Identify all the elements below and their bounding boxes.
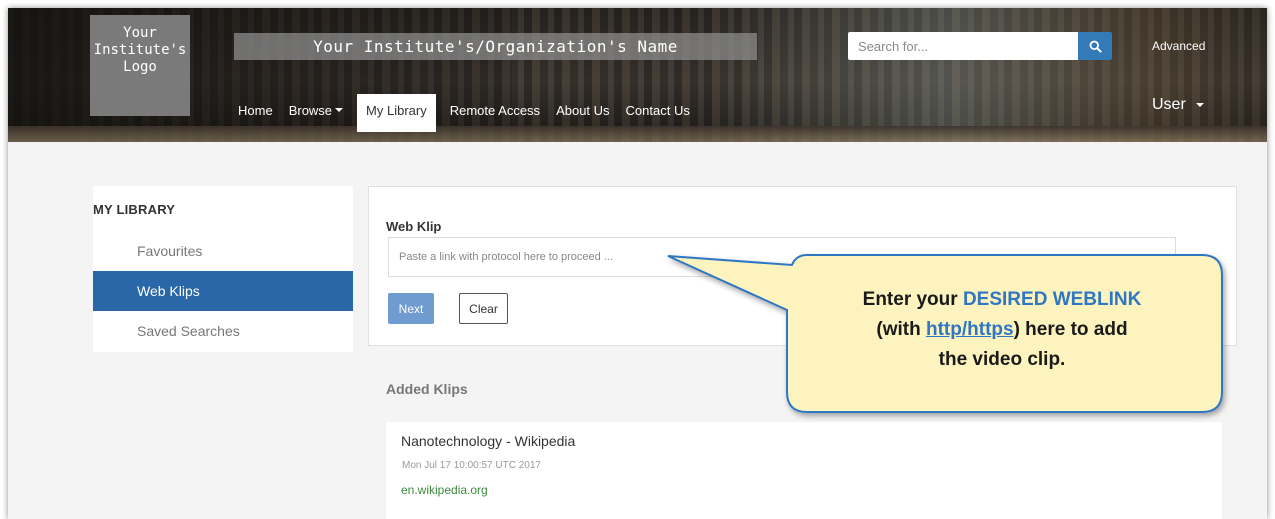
- klip-date: Mon Jul 17 10:00:57 UTC 2017: [402, 460, 541, 471]
- nav-browse-label: Browse: [288, 102, 333, 118]
- institute-logo[interactable]: Your Institute's Logo: [90, 15, 190, 116]
- callout-part3: ) here to add: [1013, 319, 1128, 340]
- logo-line-1: Your: [123, 25, 157, 41]
- callout-line-2: (with http/https) here to add: [876, 315, 1127, 345]
- callout-highlight: DESIRED WEBLINK: [962, 289, 1142, 310]
- next-button[interactable]: Next: [388, 293, 434, 324]
- logo-line-2: Institute's: [93, 42, 187, 58]
- added-klips-title: Added Klips: [386, 381, 468, 397]
- nav-my-library[interactable]: My Library: [357, 94, 436, 132]
- nav-about-us[interactable]: About Us: [548, 94, 617, 126]
- callout-link: http/https: [926, 319, 1014, 340]
- nav-contact-us[interactable]: Contact Us: [618, 94, 698, 126]
- nav-home-label: Home: [238, 102, 273, 118]
- nav-home[interactable]: Home: [230, 94, 281, 126]
- nav-browse[interactable]: Browse: [281, 94, 351, 126]
- sidebar-item-saved-searches[interactable]: Saved Searches: [93, 311, 353, 351]
- search-icon: [1089, 40, 1102, 53]
- nav-about-us-label: About Us: [556, 102, 610, 118]
- sidebar-heading: MY LIBRARY: [93, 202, 176, 217]
- callout-text: Enter your DESIRED WEBLINK (with http/ht…: [788, 262, 1216, 398]
- callout-line-1: Enter your DESIRED WEBLINK: [863, 285, 1142, 315]
- nav-remote-access[interactable]: Remote Access: [442, 94, 548, 126]
- logo-line-3: Logo: [123, 59, 157, 75]
- header-shelf-edge: [8, 126, 1267, 142]
- sidebar-item-web-klips[interactable]: Web Klips: [93, 271, 353, 311]
- klip-title[interactable]: Nanotechnology - Wikipedia: [401, 433, 575, 449]
- klip-item[interactable]: Nanotechnology - Wikipedia Mon Jul 17 10…: [386, 422, 1222, 519]
- user-menu-label: User: [1152, 96, 1186, 113]
- caret-down-icon: [335, 108, 344, 112]
- web-klip-title: Web Klip: [386, 219, 442, 234]
- klip-domain-link[interactable]: en.wikipedia.org: [401, 483, 488, 497]
- main-nav: Home Browse My Library Remote Access Abo…: [230, 94, 698, 132]
- callout-part1: Enter your: [862, 289, 963, 310]
- nav-my-library-label: My Library: [366, 102, 427, 118]
- callout-line-3: the video clip.: [938, 349, 1066, 370]
- nav-contact-us-label: Contact Us: [625, 102, 690, 118]
- sidebar-item-favourites[interactable]: Favourites: [93, 231, 353, 271]
- clear-button[interactable]: Clear: [459, 293, 508, 324]
- library-sidebar: MY LIBRARY Favourites Web Klips Saved Se…: [93, 186, 353, 352]
- site-header: Your Institute's Logo Your Institute's/O…: [8, 8, 1267, 142]
- advanced-search-link[interactable]: Advanced: [1152, 39, 1205, 53]
- caret-down-icon: [1195, 103, 1204, 107]
- nav-remote-access-label: Remote Access: [449, 102, 541, 118]
- header-highlight: [698, 8, 1267, 142]
- search-input[interactable]: [848, 32, 1078, 60]
- organization-name: Your Institute's/Organization's Name: [234, 33, 757, 60]
- search-button[interactable]: [1078, 32, 1112, 60]
- user-menu[interactable]: User: [1152, 96, 1204, 114]
- callout-part2: (with: [876, 319, 926, 340]
